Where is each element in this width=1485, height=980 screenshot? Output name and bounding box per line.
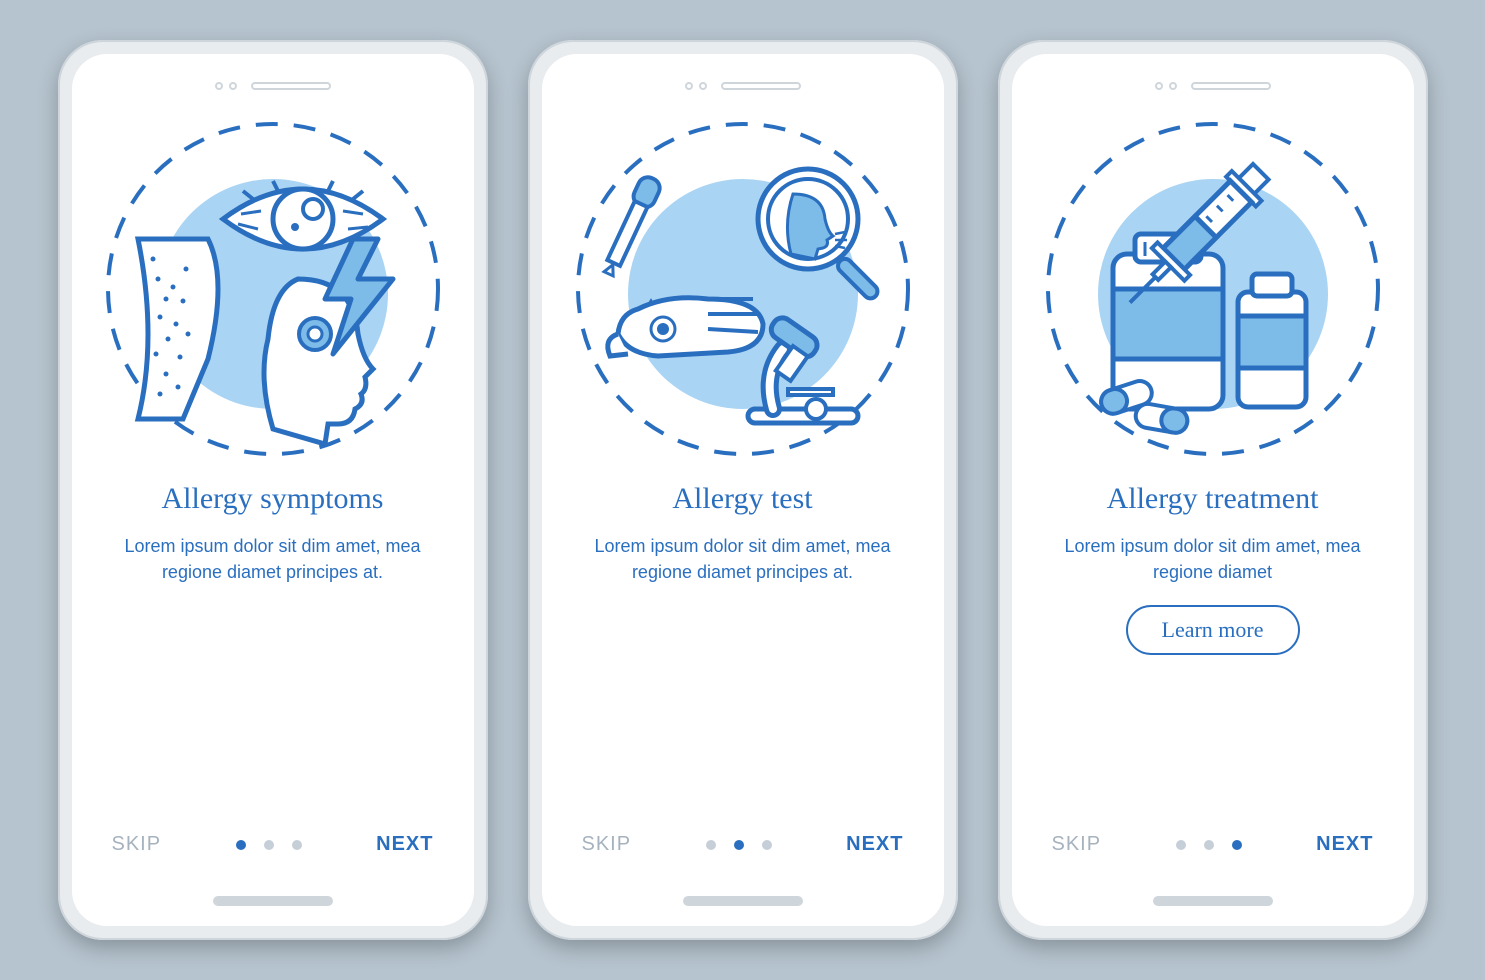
home-indicator bbox=[1153, 896, 1273, 906]
learn-more-button[interactable]: Learn more bbox=[1126, 605, 1300, 655]
phone-frame-2: Allergy test Lorem ipsum dolor sit dim a… bbox=[528, 40, 958, 940]
next-button[interactable]: NEXT bbox=[846, 833, 903, 856]
phone-frame-3: Allergy treatment Lorem ipsum dolor sit … bbox=[998, 40, 1428, 940]
home-indicator bbox=[683, 896, 803, 906]
nav-row: SKIP NEXT bbox=[72, 833, 474, 856]
page-indicator bbox=[236, 840, 302, 850]
screen-description: Lorem ipsum dolor sit dim amet, mea regi… bbox=[578, 533, 908, 585]
dot-3[interactable] bbox=[1232, 840, 1242, 850]
screen-description: Lorem ipsum dolor sit dim amet, mea regi… bbox=[108, 533, 438, 585]
screen-2: Allergy test Lorem ipsum dolor sit dim a… bbox=[542, 54, 944, 926]
dot-2[interactable] bbox=[1204, 840, 1214, 850]
next-button[interactable]: NEXT bbox=[376, 833, 433, 856]
dot-3[interactable] bbox=[292, 840, 302, 850]
nav-row: SKIP NEXT bbox=[542, 833, 944, 856]
home-indicator bbox=[213, 896, 333, 906]
screen-title: Allergy symptoms bbox=[162, 481, 384, 517]
dot-3[interactable] bbox=[762, 840, 772, 850]
next-button[interactable]: NEXT bbox=[1316, 833, 1373, 856]
screen-1: Allergy symptoms Lorem ipsum dolor sit d… bbox=[72, 54, 474, 926]
dot-1[interactable] bbox=[1176, 840, 1186, 850]
page-indicator bbox=[706, 840, 772, 850]
dot-1[interactable] bbox=[236, 840, 246, 850]
sensor-bar bbox=[1155, 82, 1271, 90]
dot-1[interactable] bbox=[706, 840, 716, 850]
sensor-bar bbox=[685, 82, 801, 90]
screen-title: Allergy treatment bbox=[1107, 481, 1319, 517]
page-indicator bbox=[1176, 840, 1242, 850]
nav-row: SKIP NEXT bbox=[1012, 833, 1414, 856]
allergy-test-illustration bbox=[573, 119, 913, 459]
screen-description: Lorem ipsum dolor sit dim amet, mea regi… bbox=[1048, 533, 1378, 585]
screen-title: Allergy test bbox=[672, 481, 812, 517]
dot-2[interactable] bbox=[264, 840, 274, 850]
skip-button[interactable]: SKIP bbox=[112, 833, 162, 856]
phone-frame-1: Allergy symptoms Lorem ipsum dolor sit d… bbox=[58, 40, 488, 940]
allergy-symptoms-illustration bbox=[103, 119, 443, 459]
screen-3: Allergy treatment Lorem ipsum dolor sit … bbox=[1012, 54, 1414, 926]
allergy-treatment-illustration bbox=[1043, 119, 1383, 459]
dot-2[interactable] bbox=[734, 840, 744, 850]
skip-button[interactable]: SKIP bbox=[1052, 833, 1102, 856]
skip-button[interactable]: SKIP bbox=[582, 833, 632, 856]
sensor-bar bbox=[215, 82, 331, 90]
